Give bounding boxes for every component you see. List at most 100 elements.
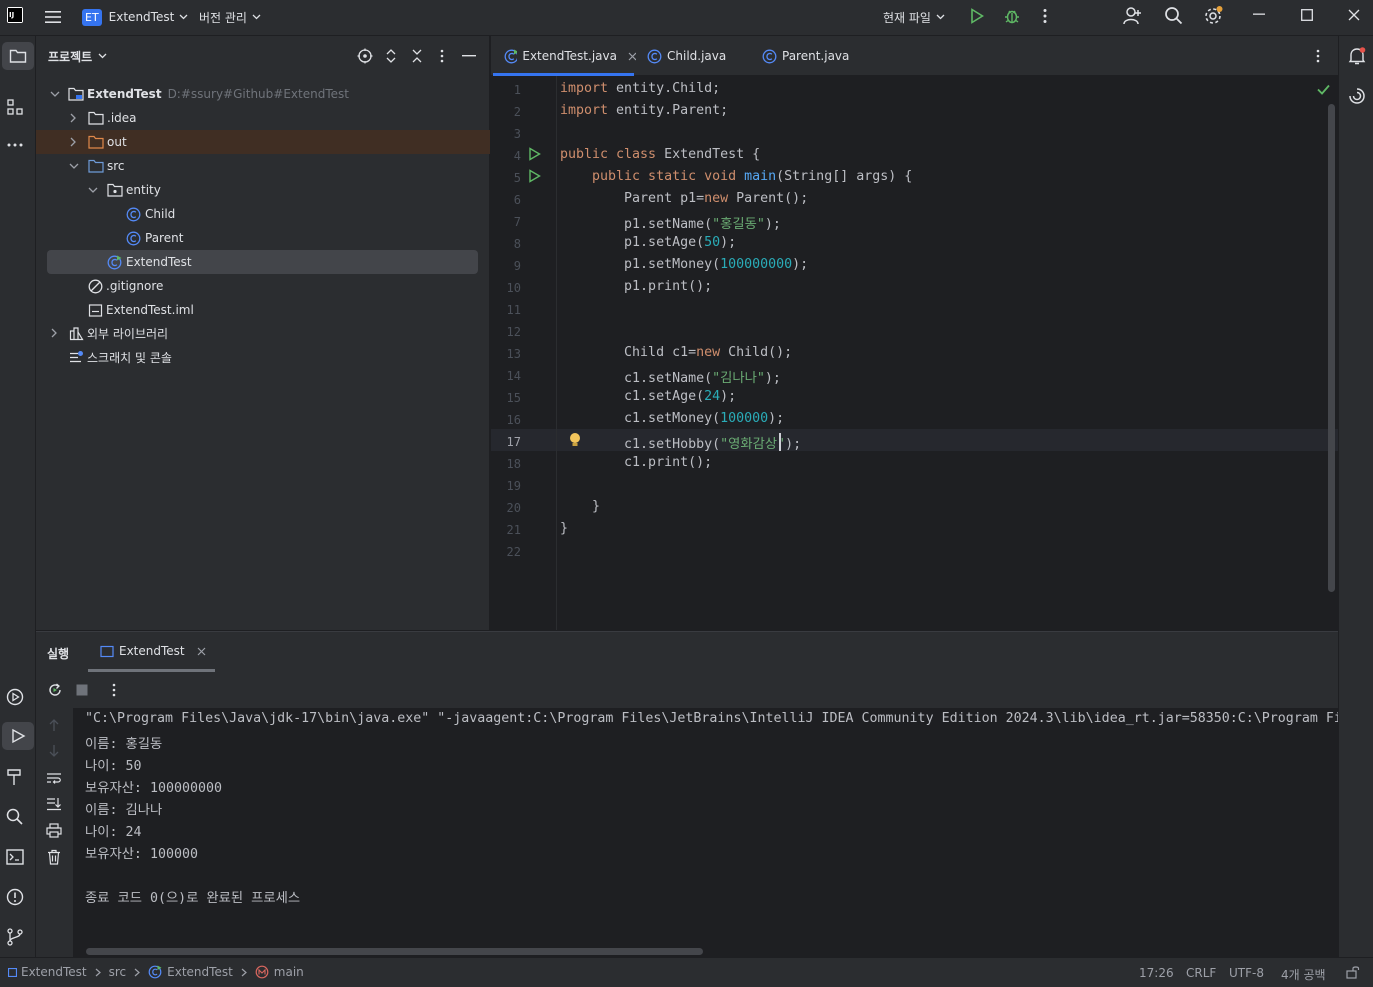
tree-row-iml[interactable]: ExtendTest.iml bbox=[36, 298, 490, 322]
module-folder-icon bbox=[68, 87, 84, 101]
breadcrumb-item[interactable]: ExtendTest bbox=[21, 965, 87, 979]
cursor-position[interactable]: 17:26 bbox=[1139, 966, 1174, 980]
tab-parent-java[interactable]: Parent.java bbox=[762, 36, 849, 76]
build-hammer-icon[interactable] bbox=[5, 767, 25, 787]
arrow-up-icon[interactable] bbox=[48, 718, 60, 732]
code-token: p1.setMoney( bbox=[560, 257, 721, 272]
breadcrumb: ExtendTest src ExtendTest main bbox=[8, 965, 304, 979]
code-token: ); bbox=[720, 389, 737, 404]
git-branch-icon[interactable] bbox=[5, 927, 25, 947]
console-horizontal-scrollbar[interactable] bbox=[86, 948, 703, 955]
code-token: p1.setName( bbox=[560, 217, 713, 232]
clear-trash-icon[interactable] bbox=[47, 849, 61, 865]
collapse-all-icon[interactable] bbox=[411, 48, 423, 64]
scroll-to-end-icon[interactable] bbox=[46, 797, 62, 811]
arrow-down-icon[interactable] bbox=[48, 744, 60, 758]
tree-row-external-libraries[interactable]: 외부 라이브러리 bbox=[36, 321, 490, 345]
tree-row-out[interactable]: out bbox=[36, 130, 490, 154]
editor-tab-bar: ExtendTest.java Child.java Parent.java bbox=[491, 36, 1338, 76]
breadcrumb-item[interactable]: main bbox=[274, 965, 304, 979]
problems-icon[interactable] bbox=[5, 887, 25, 907]
code-line: Parent p1=new Parent(); bbox=[560, 191, 808, 206]
app-logo[interactable]: IJ bbox=[7, 7, 23, 23]
more-tools-icon[interactable] bbox=[6, 142, 24, 148]
run-tab-extendtest[interactable]: ExtendTest bbox=[100, 644, 206, 658]
console-icon bbox=[100, 645, 114, 657]
notifications-bell-icon[interactable] bbox=[1347, 46, 1367, 66]
tree-label: Parent bbox=[145, 231, 184, 245]
close-window-icon[interactable] bbox=[1348, 9, 1360, 21]
method-icon bbox=[255, 965, 269, 979]
code-line: c1.setHobby("영화감상"); bbox=[560, 433, 801, 452]
stop-icon[interactable] bbox=[76, 684, 88, 696]
tree-row-project-root[interactable]: ExtendTest D:#ssury#Github#ExtendTest bbox=[36, 82, 490, 106]
code-token: Parent p1= bbox=[560, 191, 705, 206]
code-token: "김나나" bbox=[712, 371, 765, 386]
project-switcher[interactable]: ET ExtendTest bbox=[82, 6, 188, 28]
editor-scrollbar[interactable] bbox=[1328, 104, 1335, 592]
chevron-down-icon bbox=[179, 14, 188, 20]
maximize-icon[interactable] bbox=[1301, 9, 1313, 21]
tree-label: ExtendTest.iml bbox=[106, 303, 194, 317]
breadcrumb-item[interactable]: ExtendTest bbox=[167, 965, 233, 979]
project-tool-button[interactable] bbox=[2, 42, 34, 70]
more-actions-icon[interactable] bbox=[1041, 8, 1049, 24]
code-line: public static void main(String[] args) { bbox=[560, 169, 912, 184]
locate-file-icon[interactable] bbox=[357, 48, 373, 64]
main-menu-icon[interactable] bbox=[44, 8, 62, 26]
options-icon[interactable] bbox=[439, 48, 445, 64]
tree-label: entity bbox=[126, 183, 161, 197]
tab-options-icon[interactable] bbox=[1315, 48, 1321, 64]
read-only-lock-icon[interactable] bbox=[1346, 965, 1360, 979]
tree-label: out bbox=[107, 135, 127, 149]
vcs-menu[interactable]: 버전 관리 bbox=[199, 6, 261, 28]
tree-row-scratches[interactable]: 스크래치 및 콘솔 bbox=[36, 345, 490, 369]
run-panel-title: 실행 bbox=[47, 647, 70, 661]
code-token: main bbox=[736, 169, 777, 184]
tree-row-extendtest-class[interactable]: ExtendTest bbox=[47, 250, 478, 274]
code-area[interactable]: import entity.Child; import entity.Paren… bbox=[491, 76, 1321, 630]
tree-row-src[interactable]: src bbox=[36, 154, 490, 178]
run-side-toolbar bbox=[36, 708, 73, 958]
debug-icon[interactable] bbox=[1003, 7, 1021, 25]
terminal-icon[interactable] bbox=[5, 847, 25, 867]
minimize-icon[interactable] bbox=[1253, 13, 1265, 16]
line-separator[interactable]: CRLF bbox=[1186, 966, 1216, 980]
settings-gear-icon[interactable] bbox=[1203, 5, 1224, 26]
hide-panel-icon[interactable] bbox=[462, 55, 476, 57]
close-tab-icon[interactable] bbox=[197, 647, 206, 656]
search-icon[interactable] bbox=[1164, 6, 1183, 25]
file-encoding[interactable]: UTF-8 bbox=[1229, 966, 1264, 980]
console-output[interactable]: "C:\Program Files\Java\jdk-17\bin\java.e… bbox=[73, 708, 1338, 958]
rerun-icon[interactable] bbox=[47, 682, 63, 698]
close-tab-icon[interactable] bbox=[628, 52, 636, 61]
structure-icon[interactable] bbox=[6, 98, 24, 116]
tree-row-parent-class[interactable]: Parent bbox=[36, 226, 490, 250]
tree-label: .gitignore bbox=[106, 279, 164, 293]
project-panel-header[interactable]: 프로젝트 bbox=[48, 48, 107, 64]
tree-row-child-class[interactable]: Child bbox=[36, 202, 490, 226]
code-token: (String[] args) { bbox=[776, 169, 913, 184]
code-with-me-icon[interactable] bbox=[1123, 6, 1143, 26]
expand-all-icon[interactable] bbox=[385, 48, 397, 64]
run-options-icon[interactable] bbox=[111, 682, 117, 698]
tab-label: ExtendTest.java bbox=[522, 49, 617, 63]
tree-row-gitignore[interactable]: .gitignore bbox=[36, 274, 490, 298]
run-config-selector[interactable]: 현재 파일 bbox=[883, 6, 945, 28]
soft-wrap-icon[interactable] bbox=[46, 771, 62, 785]
code-token: ); bbox=[764, 217, 781, 232]
console-line: 종료 코드 0(으)로 완료된 프로세스 bbox=[85, 891, 301, 906]
tree-row-idea[interactable]: .idea bbox=[36, 106, 490, 130]
find-icon[interactable] bbox=[5, 807, 25, 827]
run-tool-button[interactable] bbox=[2, 722, 34, 750]
indent-setting[interactable]: 4개 공백 bbox=[1281, 966, 1326, 983]
services-icon[interactable] bbox=[5, 687, 25, 707]
code-token: "홍길동" bbox=[712, 217, 765, 232]
ai-assistant-icon[interactable] bbox=[1347, 86, 1367, 106]
tab-child-java[interactable]: Child.java bbox=[647, 36, 726, 76]
tab-extendtest-java[interactable]: ExtendTest.java bbox=[491, 36, 636, 76]
run-icon[interactable] bbox=[970, 8, 984, 24]
print-icon[interactable] bbox=[46, 823, 62, 838]
tree-row-entity[interactable]: entity bbox=[36, 178, 490, 202]
breadcrumb-item[interactable]: src bbox=[109, 965, 127, 979]
